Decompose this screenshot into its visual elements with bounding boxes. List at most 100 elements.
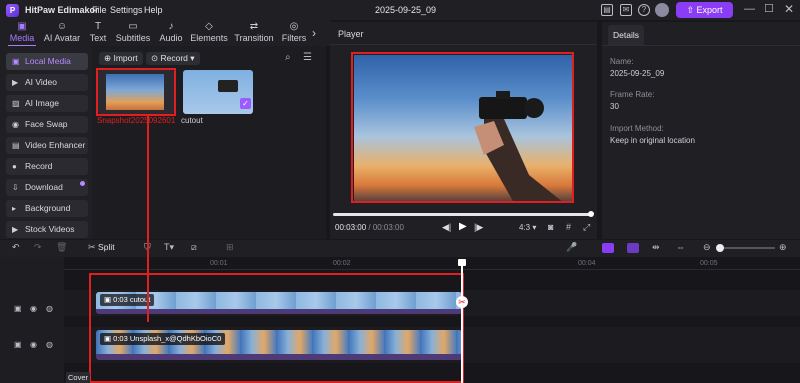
play-icon[interactable]: ▶: [459, 221, 467, 232]
highlight-box-player: [351, 52, 574, 203]
help-icon[interactable]: ?: [638, 4, 650, 16]
grid-icon[interactable]: #: [566, 222, 571, 232]
split-button[interactable]: ✂ Split: [88, 242, 115, 253]
caret-right-icon: ▸: [12, 204, 17, 213]
tab-audio[interactable]: ♪ Audio: [157, 21, 185, 46]
sidebar-item-local-media[interactable]: ▣ Local Media: [6, 53, 88, 70]
zoom-in-icon[interactable]: ⊕: [779, 242, 787, 253]
tab-elements[interactable]: ◇ Elements: [190, 21, 228, 46]
menu-file[interactable]: File: [92, 5, 107, 15]
record-dropdown[interactable]: ⊙ Record ▾: [146, 52, 200, 65]
track-audio-icon[interactable]: ◍: [46, 340, 53, 349]
fit-icon[interactable]: ⇹: [652, 242, 660, 253]
tab-transition[interactable]: ⇄ Transition: [234, 21, 274, 46]
text-tool-icon[interactable]: T▾: [164, 242, 174, 253]
microphone-icon[interactable]: 🎤: [566, 242, 577, 253]
highlight-box-timeline: [89, 273, 464, 383]
import-method-value: Keep in original location: [610, 136, 695, 145]
app-logo: P: [6, 4, 19, 17]
menu-help[interactable]: Help: [144, 5, 163, 15]
ai-image-icon: ▨: [12, 99, 20, 108]
sidebar-item-record[interactable]: ● Record: [6, 158, 88, 175]
tab-elements-label: Elements: [190, 33, 228, 43]
highlight-box-media: [96, 68, 176, 116]
local-media-icon: ▣: [12, 57, 20, 66]
time-total: 00:03:00: [372, 223, 404, 232]
track-audio-icon[interactable]: ◍: [46, 304, 53, 313]
aspect-ratio-value: 4:3: [519, 223, 531, 232]
link-toggle-icon[interactable]: [627, 243, 639, 253]
sidebar-item-ai-image[interactable]: ▨ AI Image: [6, 95, 88, 112]
tab-media[interactable]: ▣ Media: [8, 21, 36, 46]
track-lock-icon[interactable]: ▣: [14, 340, 22, 349]
zoom-fit-icon[interactable]: ⇔: [676, 242, 685, 252]
sidebar-item-download[interactable]: ⇩ Download: [6, 179, 88, 196]
avatar[interactable]: [655, 3, 669, 17]
message-icon[interactable]: ✉: [620, 4, 632, 16]
aspect-ratio-select[interactable]: 4:3 ▾: [519, 223, 536, 232]
sort-icon[interactable]: ☰: [303, 52, 312, 63]
import-button[interactable]: ⊕ Import: [99, 52, 143, 65]
tab-subtitles[interactable]: ▭ Subtitles: [114, 21, 152, 46]
magnet-toggle-icon[interactable]: [602, 243, 614, 253]
sidebar-item-face-swap[interactable]: ◉ Face Swap: [6, 116, 88, 133]
zoom-slider[interactable]: [717, 247, 775, 249]
divider: [330, 44, 597, 45]
tab-details[interactable]: Details: [608, 25, 644, 45]
delete-icon[interactable]: 🗑: [56, 242, 67, 253]
frame-rate-label: Frame Rate:: [610, 90, 655, 99]
tab-filters-label: Filters: [281, 33, 307, 43]
playhead-handle[interactable]: [458, 259, 466, 266]
playhead-knob[interactable]: [588, 211, 594, 217]
time-separator: /: [366, 223, 373, 232]
snapshot-icon[interactable]: ◙: [548, 222, 553, 232]
stock-videos-icon: ▶: [12, 225, 19, 234]
export-button[interactable]: ⇧ Export: [676, 2, 733, 18]
chevron-right-icon[interactable]: ›: [312, 26, 316, 40]
next-frame-icon[interactable]: |▶: [474, 222, 483, 233]
freeze-icon[interactable]: ⊞: [226, 242, 234, 253]
drag-indicator-line: [147, 116, 149, 322]
sidebar-item-label: Record: [25, 161, 53, 171]
fullscreen-icon[interactable]: ⤢: [583, 222, 590, 233]
split-marker-icon[interactable]: ✂: [456, 296, 468, 308]
tab-ai-avatar[interactable]: ☺ AI Avatar: [42, 21, 82, 46]
sidebar-item-background[interactable]: ▸ Background: [6, 200, 88, 217]
maximize-icon[interactable]: ☐: [764, 2, 774, 15]
tab-text[interactable]: T Text: [87, 21, 109, 46]
crop-icon[interactable]: ⧄: [191, 242, 197, 253]
prev-frame-icon[interactable]: ◀|: [442, 222, 451, 233]
zoom-slider-knob[interactable]: [716, 244, 724, 252]
media-item-name: cutout: [181, 116, 203, 125]
ruler-tick: 00:02: [333, 260, 351, 267]
track-visibility-icon[interactable]: ◉: [30, 340, 37, 349]
close-icon[interactable]: ✕: [784, 2, 794, 16]
minimize-icon[interactable]: —: [744, 3, 755, 15]
undo-icon[interactable]: ↶: [12, 242, 20, 253]
sidebar-item-ai-video[interactable]: ▶ AI Video: [6, 74, 88, 91]
sidebar-item-label: Video Enhancer: [25, 140, 86, 150]
time-current: 00:03:00: [335, 223, 367, 232]
cover-button[interactable]: Cover: [66, 372, 90, 383]
record-icon: ●: [12, 162, 17, 171]
download-icon: ⇩: [12, 183, 19, 192]
playback-progress[interactable]: [333, 213, 591, 216]
track-lock-icon[interactable]: ▣: [14, 304, 22, 313]
text-icon: T: [94, 21, 102, 32]
sidebar-item-label: Face Swap: [25, 119, 68, 129]
tab-audio-label: Audio: [159, 33, 183, 43]
menu-settings[interactable]: Settings: [110, 5, 143, 15]
zoom-out-icon[interactable]: ⊖: [703, 242, 711, 253]
avatar-icon: ☺: [56, 21, 68, 32]
sidebar-item-video-enhancer[interactable]: ▤ Video Enhancer: [6, 137, 88, 154]
tab-filters[interactable]: ◎ Filters: [280, 21, 308, 46]
search-icon[interactable]: ⌕: [285, 52, 291, 63]
redo-icon[interactable]: ↷: [34, 242, 42, 253]
timeline-playhead[interactable]: [461, 262, 463, 383]
subtitles-icon: ▭: [128, 21, 138, 32]
media-item-cutout[interactable]: ✓: [183, 70, 253, 114]
sidebar-item-stock-videos[interactable]: ▶ Stock Videos: [6, 221, 88, 238]
track-headers: [0, 257, 64, 383]
track-visibility-icon[interactable]: ◉: [30, 304, 37, 313]
layout-icon[interactable]: ▤: [601, 4, 613, 16]
